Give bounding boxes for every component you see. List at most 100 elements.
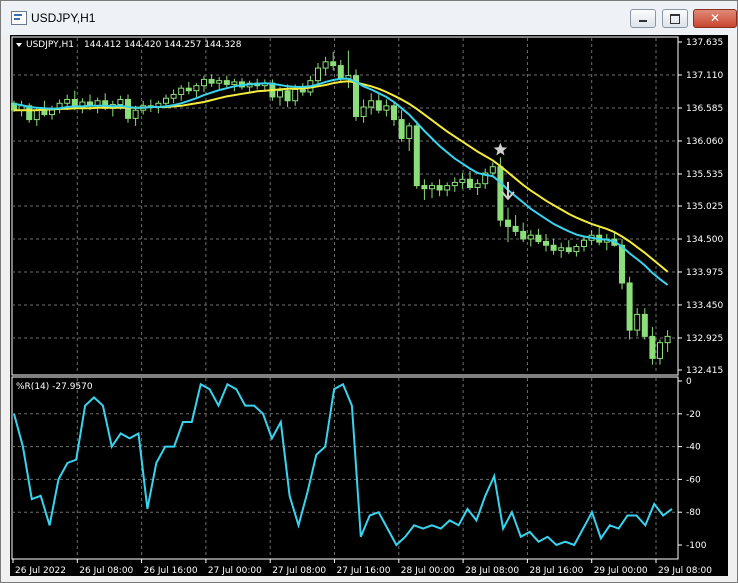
candle — [444, 182, 451, 197]
candle-body-up — [360, 106, 367, 117]
candle-body-down — [649, 335, 656, 359]
candle-body-down — [505, 219, 511, 227]
candle-body-up — [558, 247, 565, 251]
candle-body-down — [467, 178, 473, 188]
wpr-tick-label: -80 — [686, 508, 701, 518]
price-tick-label: 133.450 — [686, 301, 723, 311]
candle — [634, 308, 641, 337]
candle-body-down — [223, 80, 230, 85]
candle — [505, 207, 511, 243]
candle-body-up — [657, 342, 663, 359]
star-marker-icon — [493, 142, 508, 156]
candle — [459, 173, 466, 189]
candle-body-up — [451, 181, 458, 187]
candle — [360, 99, 367, 123]
candle-body-down — [299, 88, 306, 93]
candle — [201, 75, 207, 92]
candle-body-up — [489, 166, 496, 174]
candle — [299, 83, 306, 96]
candle-body-up — [634, 313, 641, 331]
candle — [603, 233, 610, 251]
candle-body-down — [421, 185, 428, 190]
candle — [193, 83, 200, 97]
wpr-tick-label: 0 — [686, 377, 692, 387]
candle-body-down — [330, 61, 337, 67]
candle-body-down — [550, 244, 557, 251]
wpr-line — [13, 382, 673, 547]
time-tick-label: 26 Jul 16:00 — [144, 566, 198, 576]
candle — [223, 75, 230, 89]
candle — [436, 179, 443, 197]
candle-body-down — [398, 119, 405, 139]
candle — [398, 110, 405, 142]
candle — [558, 242, 565, 258]
candle — [413, 120, 420, 189]
candle — [421, 179, 428, 201]
time-tick-label: 29 Jul 00:00 — [594, 566, 648, 576]
candle-body-down — [436, 185, 443, 191]
window-titlebar[interactable]: USDJPY,H1 ✕ — [1, 1, 737, 35]
close-icon: ✕ — [709, 11, 721, 25]
candle-body-down — [413, 125, 420, 187]
candle-body-down — [337, 65, 344, 80]
candle-body-down — [565, 247, 572, 253]
candle-body-up — [459, 178, 466, 183]
time-tick-label: 26 Jul 08:00 — [79, 566, 133, 576]
candle-body-up — [444, 185, 451, 191]
candle — [170, 89, 177, 104]
wpr-indicator-layer: %R(14) -27.9570 — [13, 382, 673, 547]
price-legend: USDJPY,H1 144.412 144.420 144.257 144.328 — [16, 40, 242, 50]
candle — [535, 228, 542, 245]
wpr-tick-label: -40 — [686, 443, 701, 453]
candle — [216, 76, 223, 91]
candle-body-up — [383, 105, 390, 111]
chart-window-icon — [11, 11, 27, 25]
candle-body-down — [626, 282, 633, 331]
price-tick-label: 135.025 — [686, 202, 723, 212]
candle-body-up — [277, 90, 283, 98]
candle — [368, 93, 375, 115]
wpr-tick-label: -20 — [686, 410, 701, 420]
candle-body-up — [132, 109, 139, 119]
candle-body-up — [163, 97, 169, 104]
candle-body-down — [391, 105, 397, 121]
candle-body-up — [117, 98, 124, 106]
chart-canvas[interactable]: USDJPY,H1 144.412 144.420 144.257 144.328… — [10, 35, 728, 576]
candle — [581, 235, 587, 252]
candle-body-down — [520, 230, 527, 240]
maximize-icon — [670, 14, 680, 24]
candle — [406, 122, 413, 152]
close-button[interactable]: ✕ — [693, 9, 737, 28]
price-legend-symbol: USDJPY,H1 — [26, 40, 74, 50]
time-tick-label: 27 Jul 16:00 — [337, 566, 391, 576]
candle — [178, 85, 185, 101]
time-tick-label: 26 Jul 2022 — [15, 566, 66, 576]
candle — [550, 238, 557, 255]
chart-area[interactable]: USDJPY,H1 144.412 144.420 144.257 144.328… — [10, 35, 728, 576]
price-tick-label: 136.585 — [686, 104, 723, 114]
candle — [429, 182, 435, 199]
candle-body-down — [185, 87, 192, 92]
candle-body-down — [512, 225, 519, 232]
price-tick-label: 133.975 — [686, 268, 723, 278]
candle — [315, 63, 321, 86]
grid-layer — [11, 36, 679, 560]
time-tick-label: 29 Jul 08:00 — [658, 566, 712, 576]
candle-body-down — [535, 234, 542, 243]
minimize-button[interactable] — [630, 9, 656, 28]
wpr-tick-label: -60 — [686, 475, 701, 485]
price-tick-label: 132.415 — [686, 366, 723, 376]
candle — [664, 330, 671, 353]
candle — [322, 56, 329, 76]
maximize-button[interactable] — [662, 9, 688, 28]
candle-body-down — [284, 90, 291, 102]
candle — [18, 100, 25, 117]
candle-body-up — [170, 93, 177, 99]
price-tick-label: 134.500 — [686, 235, 723, 245]
time-tick-label: 28 Jul 16:00 — [529, 566, 583, 576]
candle — [239, 78, 245, 90]
candle-body-up — [231, 81, 238, 85]
candle — [375, 94, 382, 114]
candle-body-down — [208, 78, 215, 84]
candle-body-up — [429, 185, 435, 190]
